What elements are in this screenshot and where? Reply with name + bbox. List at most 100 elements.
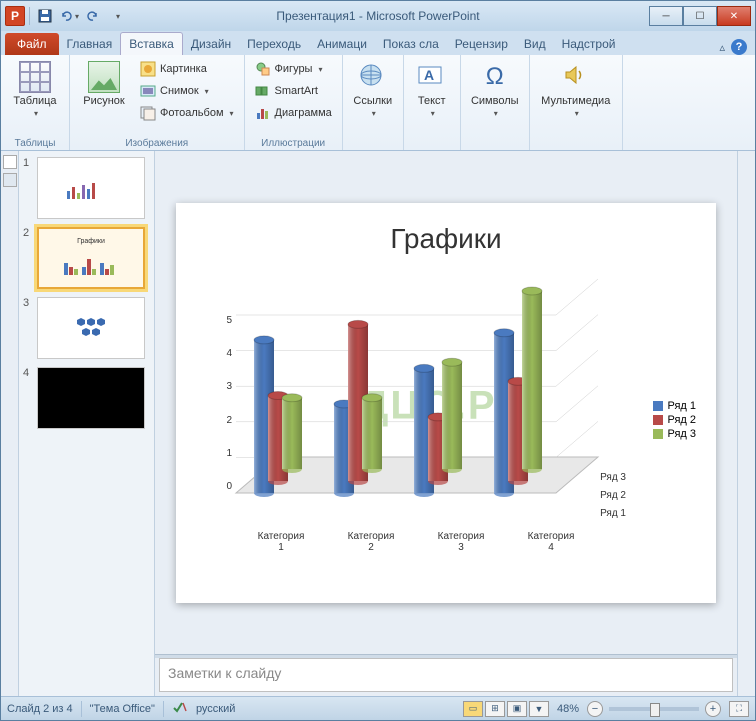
reading-view-button[interactable]: ▣: [507, 701, 527, 717]
save-icon[interactable]: [34, 5, 56, 27]
thumbnail-3[interactable]: 3: [23, 297, 150, 359]
tab-transitions[interactable]: Переходь: [239, 33, 309, 55]
status-language[interactable]: русский: [196, 703, 235, 715]
spellcheck-icon[interactable]: [172, 700, 188, 717]
screenshot-icon: [140, 83, 156, 99]
slideshow-button[interactable]: ▼: [529, 701, 549, 717]
tab-addins[interactable]: Надстрой: [554, 33, 624, 55]
text-button[interactable]: A Текст▾: [410, 59, 454, 121]
chart: ДЦО.РФ 012345 Категория1Категория2Катего…: [196, 265, 696, 583]
minimize-button[interactable]: ─: [649, 6, 683, 26]
normal-view-button[interactable]: ▭: [463, 701, 483, 717]
file-tab[interactable]: Файл: [5, 33, 59, 55]
svg-text:A: A: [424, 67, 434, 83]
clipart-icon: [140, 61, 156, 77]
picture-icon: [88, 61, 120, 93]
legend-item: Ряд 1: [653, 400, 696, 412]
shapes-button[interactable]: Фигуры▾: [251, 59, 336, 79]
statusbar: Слайд 2 из 4 "Тема Office" русский ▭ ⊞ ▣…: [1, 696, 755, 720]
quick-access-toolbar: P ▾ ▾: [5, 5, 128, 27]
zoom-out-button[interactable]: −: [587, 701, 603, 717]
group-label-images: Изображения: [76, 136, 238, 149]
tab-home[interactable]: Главная: [59, 33, 121, 55]
screenshot-button[interactable]: Снимок▾: [136, 81, 238, 101]
photoalbum-button[interactable]: Фотоальбом▾: [136, 103, 238, 123]
group-symbols: Ω Символы▾: [461, 55, 530, 150]
tab-view[interactable]: Вид: [516, 33, 554, 55]
chart-icon: [255, 105, 271, 121]
picture-button[interactable]: Рисунок: [76, 59, 132, 109]
zoom-slider[interactable]: [609, 707, 699, 711]
notes-pane[interactable]: Заметки к слайду: [159, 658, 733, 692]
vertical-scrollbar[interactable]: [737, 151, 755, 696]
table-icon: [19, 61, 51, 93]
smartart-icon: [255, 83, 271, 99]
slides-tab-icon[interactable]: [3, 155, 17, 169]
tab-animations[interactable]: Анимаци: [309, 33, 375, 55]
links-button[interactable]: Ссылки▾: [349, 59, 397, 121]
hyperlink-icon: [357, 61, 389, 93]
clipart-button[interactable]: Картинка: [136, 59, 238, 79]
symbols-button[interactable]: Ω Символы▾: [467, 59, 523, 121]
ribbon: Таблица▾ Таблицы Рисунок Картинка Снимок…: [1, 55, 755, 151]
zoom-in-button[interactable]: +: [705, 701, 721, 717]
maximize-button[interactable]: ☐: [683, 6, 717, 26]
group-media: Мультимедиа▾: [530, 55, 623, 150]
group-links: Ссылки▾: [343, 55, 404, 150]
legend-item: Ряд 2: [653, 414, 696, 426]
tab-slideshow[interactable]: Показ сла: [375, 33, 447, 55]
undo-icon[interactable]: ▾: [58, 5, 80, 27]
slide-canvas[interactable]: Графики ДЦО.РФ 012345 Категория1Категори…: [155, 151, 737, 654]
outline-tabs: [1, 151, 19, 696]
powerpoint-logo-icon: P: [5, 6, 25, 26]
group-illustrations: Фигуры▾ SmartArt Диаграмма Иллюстрации: [245, 55, 343, 150]
redo-icon[interactable]: [82, 5, 104, 27]
help-icon[interactable]: ?: [731, 39, 747, 55]
qat-customize-icon[interactable]: ▾: [106, 5, 128, 27]
slide-area: Графики ДЦО.РФ 012345 Категория1Категори…: [155, 151, 737, 696]
table-button[interactable]: Таблица▾: [7, 59, 63, 121]
status-slide-info: Слайд 2 из 4: [7, 703, 73, 715]
slide: Графики ДЦО.РФ 012345 Категория1Категори…: [176, 203, 716, 603]
app-window: P ▾ ▾ Презентация1 - Microsoft PowerPoin…: [0, 0, 756, 721]
thumbnail-1[interactable]: 1: [23, 157, 150, 219]
ribbon-minimize-icon[interactable]: ▵: [719, 41, 725, 54]
slide-title: Графики: [196, 223, 696, 255]
photoalbum-icon: [140, 105, 156, 121]
sorter-view-button[interactable]: ⊞: [485, 701, 505, 717]
status-theme: "Тема Office": [90, 703, 155, 715]
chart-legend: Ряд 1 Ряд 2 Ряд 3: [653, 398, 696, 442]
chart-x-axis: Категория1Категория2Категория3Категория4: [236, 531, 596, 553]
outline-tab-icon[interactable]: [3, 173, 17, 187]
textbox-icon: A: [416, 61, 448, 93]
tab-insert[interactable]: Вставка: [120, 32, 183, 55]
legend-item: Ряд 3: [653, 428, 696, 440]
chart-button[interactable]: Диаграмма: [251, 103, 336, 123]
tab-review[interactable]: Рецензир: [447, 33, 516, 55]
workspace: 1 2 Графики 3 4: [1, 151, 755, 696]
speaker-icon: [560, 61, 592, 93]
group-text: A Текст▾: [404, 55, 461, 150]
titlebar: P ▾ ▾ Презентация1 - Microsoft PowerPoin…: [1, 1, 755, 31]
smartart-button[interactable]: SmartArt: [251, 81, 336, 101]
zoom-level[interactable]: 48%: [557, 703, 579, 715]
tab-design[interactable]: Дизайн: [183, 33, 239, 55]
slide-thumbnails: 1 2 Графики 3 4: [19, 151, 155, 696]
ribbon-tabs: Файл Главная Вставка Дизайн Переходь Ани…: [1, 31, 755, 55]
group-label-illustrations: Иллюстрации: [251, 136, 336, 149]
shapes-icon: [255, 61, 271, 77]
chart-plot: [236, 315, 616, 493]
close-button[interactable]: ✕: [717, 6, 751, 26]
group-tables: Таблица▾ Таблицы: [1, 55, 70, 150]
chart-y-axis: 012345: [212, 315, 232, 493]
group-images: Рисунок Картинка Снимок▾ Фотоальбом▾ Изо…: [70, 55, 245, 150]
omega-icon: Ω: [479, 61, 511, 93]
thumbnail-2[interactable]: 2 Графики: [23, 227, 150, 289]
group-label-tables: Таблицы: [7, 136, 63, 149]
chart-depth-axis: Ряд 3Ряд 2Ряд 1: [600, 469, 626, 523]
fit-to-window-button[interactable]: ⛶: [729, 701, 749, 717]
window-title: Презентация1 - Microsoft PowerPoint: [276, 9, 479, 23]
media-button[interactable]: Мультимедиа▾: [536, 59, 616, 121]
thumbnail-4[interactable]: 4: [23, 367, 150, 429]
window-controls: ─ ☐ ✕: [649, 6, 751, 26]
